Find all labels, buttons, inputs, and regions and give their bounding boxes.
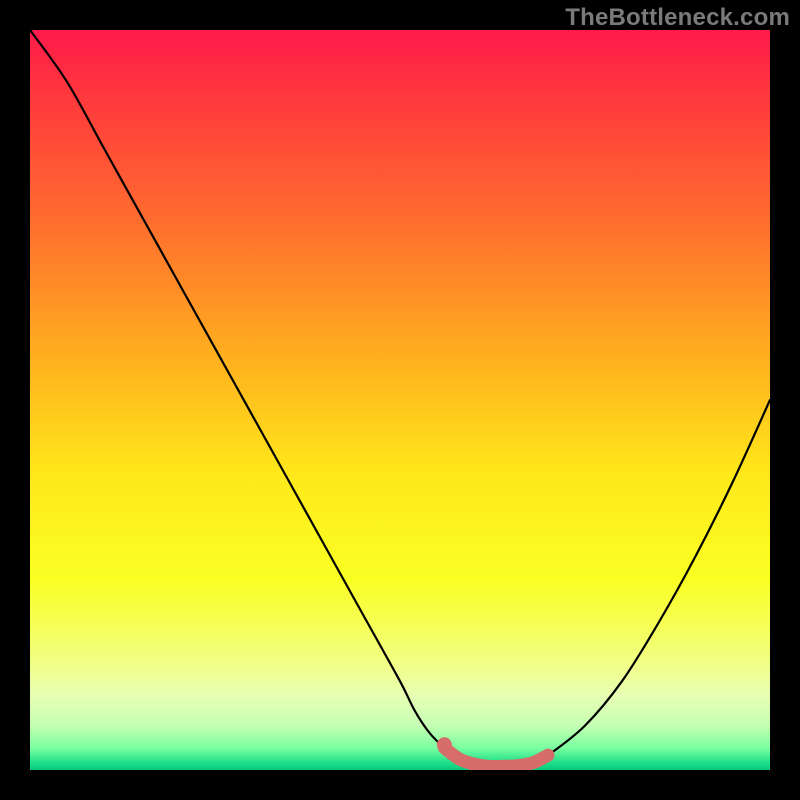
chart-svg — [30, 30, 770, 770]
plot-area — [30, 30, 770, 770]
bottleneck-curve-path — [30, 30, 770, 766]
chart-frame: TheBottleneck.com — [0, 0, 800, 800]
highlight-start-dot — [437, 737, 452, 752]
watermark-text: TheBottleneck.com — [565, 4, 790, 32]
highlight-segment — [444, 748, 548, 767]
